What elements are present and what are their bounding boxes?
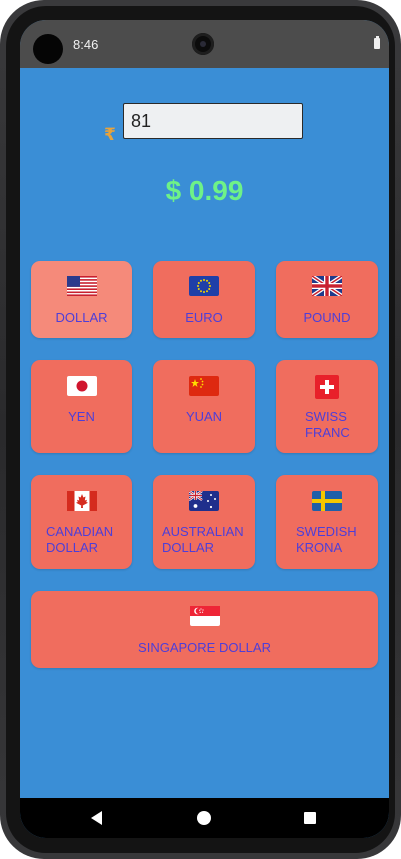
currency-label: POUND xyxy=(303,310,351,325)
japan-flag-icon xyxy=(31,376,132,400)
currency-button-pound[interactable]: POUND xyxy=(276,261,378,338)
status-time: 8:46 xyxy=(73,37,99,52)
converted-result: $ 0.99 xyxy=(165,175,244,206)
currency-label: YEN xyxy=(68,409,95,424)
amount-input[interactable] xyxy=(123,103,303,139)
uk-flag-icon xyxy=(276,276,378,300)
currency-button-swiss-franc[interactable]: SWISS FRANC xyxy=(276,360,378,453)
currency-label: SWEDISH KRONA xyxy=(296,524,357,555)
currency-button-canadian-dollar[interactable]: CANADIAN DOLLAR xyxy=(31,475,132,569)
australia-flag-icon xyxy=(153,491,255,515)
back-icon[interactable] xyxy=(91,811,102,825)
currency-label: SWISS FRANC xyxy=(305,409,350,440)
currency-button-dollar[interactable]: DOLLAR xyxy=(31,261,132,338)
switzerland-flag-icon xyxy=(276,375,378,399)
home-icon[interactable] xyxy=(197,811,211,825)
currency-button-yen[interactable]: YEN xyxy=(31,360,132,453)
currency-label: DOLLAR xyxy=(55,310,108,325)
recents-icon[interactable] xyxy=(304,812,316,824)
currency-button-singapore-dollar[interactable]: SINGAPORE DOLLAR xyxy=(31,591,378,668)
navigation-bar xyxy=(20,798,389,838)
battery-icon xyxy=(374,36,380,49)
front-camera-icon xyxy=(192,33,214,55)
currency-button-australian-dollar[interactable]: AUSTRALIAN DOLLAR xyxy=(153,475,255,569)
currency-button-swedish-krona[interactable]: SWEDISH KRONA xyxy=(276,475,378,569)
camera-cutout-icon xyxy=(33,34,63,64)
app-screen: 8:46 ₹ $ 0.99 xyxy=(20,20,389,838)
eu-flag-icon xyxy=(153,276,255,300)
rupee-icon: ₹ xyxy=(104,125,116,145)
singapore-flag-icon xyxy=(31,606,378,630)
us-flag-icon xyxy=(31,276,132,300)
phone-bezel: 8:46 ₹ $ 0.99 xyxy=(6,6,395,853)
phone-frame: 8:46 ₹ $ 0.99 xyxy=(0,0,401,859)
status-bar: 8:46 xyxy=(20,20,389,68)
currency-label: AUSTRALIAN DOLLAR xyxy=(162,524,244,555)
currency-button-euro[interactable]: EURO xyxy=(153,261,255,338)
sweden-flag-icon xyxy=(276,491,378,515)
currency-button-yuan[interactable]: YUAN xyxy=(153,360,255,453)
canada-flag-icon xyxy=(31,491,132,515)
currency-label: CANADIAN DOLLAR xyxy=(46,524,114,555)
currency-label: EURO xyxy=(185,310,223,325)
china-flag-icon xyxy=(153,376,255,400)
currency-label: YUAN xyxy=(185,409,223,424)
currency-label: SINGAPORE DOLLAR xyxy=(138,640,271,655)
